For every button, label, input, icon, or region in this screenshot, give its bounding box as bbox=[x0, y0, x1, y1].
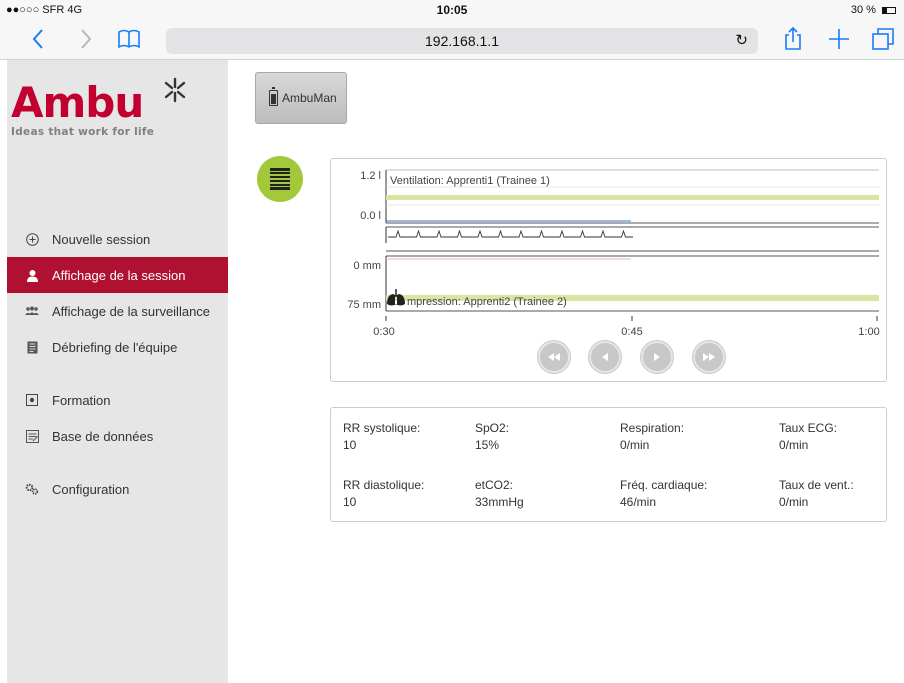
vital-stats-panel: RR systolique: 10 SpO2: 15% Respiration:… bbox=[330, 407, 887, 522]
sidebar-item-configuration[interactable]: Configuration bbox=[7, 471, 228, 507]
vent-bottom-tick: 0.0 l bbox=[360, 210, 381, 222]
address-bar[interactable]: 192.168.1.1 ↻ bbox=[166, 28, 758, 54]
ventilation-label: Ventilation: Apprenti1 (Trainee 1) bbox=[390, 175, 550, 187]
stat-rr-systolique: RR systolique: 10 bbox=[343, 420, 420, 454]
plus-circle-icon bbox=[25, 232, 39, 246]
document-icon bbox=[25, 340, 39, 354]
sidebar-item-label: Débriefing de l'équipe bbox=[52, 339, 178, 355]
battery-percent: 30 % bbox=[850, 4, 876, 16]
sidebar-item-nouvelle-session[interactable]: Nouvelle session bbox=[7, 221, 228, 257]
list-icon bbox=[270, 168, 290, 190]
logo-wordmark: Ambu bbox=[11, 78, 144, 127]
stat-label: Taux de vent.: bbox=[779, 478, 854, 492]
stat-label: RR diastolique: bbox=[343, 478, 425, 492]
rewind-button[interactable] bbox=[538, 341, 570, 373]
stat-taux-ecg: Taux ECG: 0/min bbox=[779, 420, 837, 454]
stat-label: Taux ECG: bbox=[779, 421, 838, 435]
stat-label: RR systolique: bbox=[343, 421, 421, 435]
sidebar-item-formation[interactable]: Formation bbox=[7, 382, 228, 418]
fast-forward-button[interactable] bbox=[693, 341, 725, 373]
url-text: 192.168.1.1 bbox=[425, 33, 499, 49]
stat-spo2: SpO2: 15% bbox=[475, 420, 509, 454]
fast-forward-icon bbox=[703, 353, 715, 361]
sidebar-item-base-donnees[interactable]: Base de données bbox=[7, 418, 228, 454]
stat-label: Fréq. cardiaque: bbox=[620, 478, 708, 492]
gears-icon bbox=[25, 482, 39, 496]
time-tick-label: 0:45 bbox=[621, 326, 642, 338]
stat-freq-cardiaque: Fréq. cardiaque: 46/min bbox=[620, 477, 707, 511]
logo-tagline: Ideas that work for life bbox=[11, 126, 155, 138]
ambu-logo: Ambu Ideas that work for life bbox=[11, 77, 186, 138]
tabs-icon[interactable] bbox=[870, 26, 896, 52]
sidebar-item-label: Affichage de la session bbox=[52, 267, 186, 283]
training-icon bbox=[25, 393, 39, 407]
battery-icon bbox=[882, 6, 896, 14]
forward-icon[interactable] bbox=[72, 26, 98, 52]
sidebar-item-debriefing[interactable]: Débriefing de l'équipe bbox=[7, 329, 228, 365]
stat-label: etCO2: bbox=[475, 478, 514, 492]
stat-value: 10 bbox=[343, 438, 357, 452]
time-tick-label: 0:30 bbox=[373, 326, 394, 338]
comp-bottom-tick: 75 mm bbox=[347, 299, 381, 311]
back-icon[interactable] bbox=[26, 26, 52, 52]
device-label: AmbuMan bbox=[282, 91, 337, 105]
step-back-icon bbox=[602, 353, 608, 361]
database-icon bbox=[25, 429, 39, 443]
battery-icon bbox=[269, 87, 278, 106]
play-button[interactable] bbox=[641, 341, 673, 373]
ecg-trace bbox=[388, 229, 633, 238]
sidebar-item-affichage-surveillance[interactable]: Affichage de la surveillance bbox=[7, 293, 228, 329]
battery-status: 30 % bbox=[851, 4, 896, 16]
device-ambuman-button[interactable]: AmbuMan bbox=[255, 72, 347, 124]
clock: 10:05 bbox=[436, 3, 468, 17]
stat-etco2: etCO2: 33mmHg bbox=[475, 477, 524, 511]
status-bar: ●●○○○ SFR 4G 10:05 30 % bbox=[0, 0, 904, 20]
sidebar-item-affichage-session[interactable]: Affichage de la session bbox=[7, 257, 228, 293]
reload-icon[interactable]: ↻ bbox=[735, 28, 748, 54]
rewind-icon bbox=[548, 353, 560, 361]
browser-toolbar: 192.168.1.1 ↻ bbox=[0, 20, 904, 60]
ventilation-band bbox=[386, 195, 879, 200]
comp-top-tick: 0 mm bbox=[354, 260, 382, 272]
stat-rr-diastolique: RR diastolique: 10 bbox=[343, 477, 424, 511]
stat-value: 0/min bbox=[620, 438, 650, 452]
time-tick-label: 1:00 bbox=[858, 326, 879, 338]
logo-star-icon bbox=[164, 77, 186, 103]
stat-value: 15% bbox=[475, 438, 500, 452]
stat-value: 10 bbox=[343, 495, 357, 509]
menu-button[interactable] bbox=[257, 156, 303, 202]
play-icon bbox=[654, 353, 660, 361]
stat-value: 33mmHg bbox=[475, 495, 524, 509]
new-tab-icon[interactable] bbox=[826, 26, 852, 52]
stat-value: 0/min bbox=[779, 495, 809, 509]
sidebar-item-label: Formation bbox=[52, 392, 111, 408]
step-back-button[interactable] bbox=[589, 341, 621, 373]
session-chart-panel: 1.2 l 0.0 l Ventilation: Apprenti1 (Trai… bbox=[330, 158, 887, 382]
stat-value: 0/min bbox=[779, 438, 809, 452]
user-icon bbox=[25, 268, 39, 282]
sidebar-item-label: Base de données bbox=[52, 428, 154, 444]
stat-label: SpO2: bbox=[475, 421, 510, 435]
vent-top-tick: 1.2 l bbox=[360, 170, 381, 182]
share-icon[interactable] bbox=[780, 26, 806, 52]
stat-value: 46/min bbox=[620, 495, 657, 509]
sidebar-item-label: Affichage de la surveillance bbox=[52, 303, 211, 319]
stat-taux-vent: Taux de vent.: 0/min bbox=[779, 477, 854, 511]
sidebar-item-label: Configuration bbox=[52, 481, 130, 497]
users-icon bbox=[25, 304, 39, 318]
bookmarks-icon[interactable] bbox=[116, 26, 142, 52]
compression-label: mpression: Apprenti2 (Trainee 2) bbox=[407, 296, 567, 308]
sidebar-item-label: Nouvelle session bbox=[52, 231, 151, 247]
stat-label: Respiration: bbox=[620, 421, 685, 435]
stat-respiration: Respiration: 0/min bbox=[620, 420, 684, 454]
sidebar: Ambu Ideas that work for life Nouvelle s… bbox=[7, 60, 228, 683]
